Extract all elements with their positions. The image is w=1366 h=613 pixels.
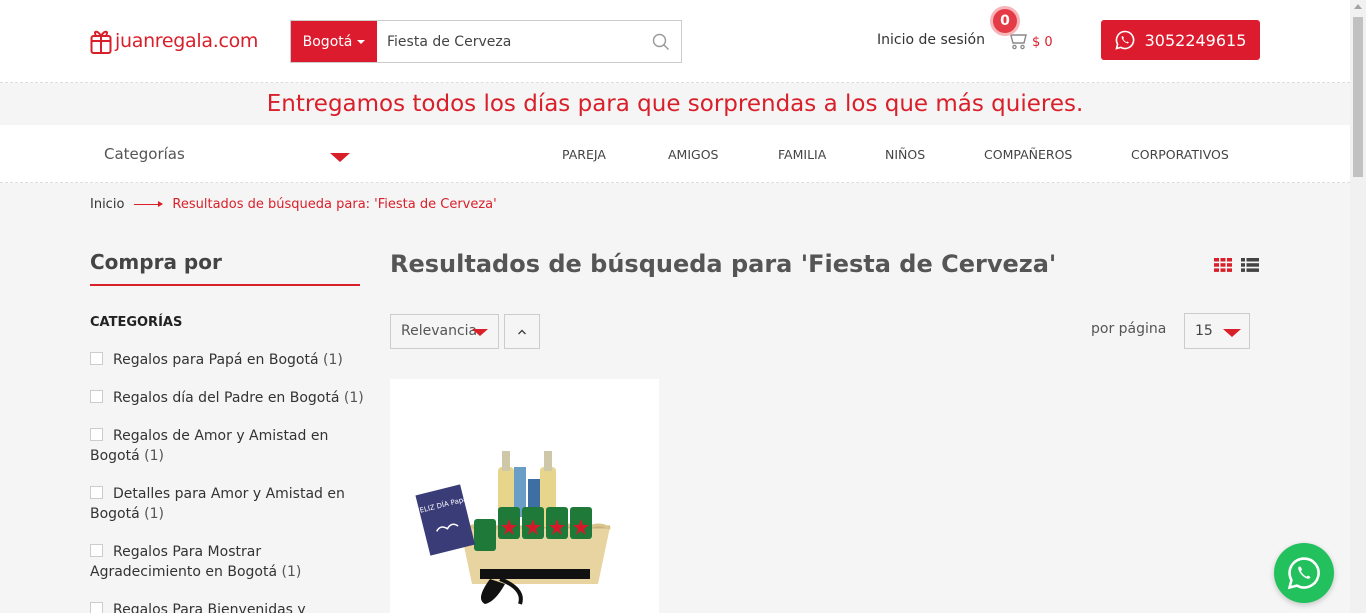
filter-label: Detalles para Amor y Amistad en Bogotá [90,486,345,522]
filter-label: Regalos Para Bienvenidas y [113,602,306,613]
categories-dropdown[interactable]: Categorías [104,145,185,163]
breadcrumb: Inicio Resultados de búsqueda para: 'Fie… [90,197,497,212]
results-title: Resultados de búsqueda para 'Fiesta de C… [390,250,1057,278]
site-header: juanregala.com Bogotá Inicio de sesión 0… [0,0,1350,83]
breadcrumb-home[interactable]: Inicio [90,197,124,212]
filter-count: (1) [144,448,164,464]
scroll-thumb[interactable] [1353,17,1363,177]
sidebar-divider [90,284,360,286]
nav-link-corporativos[interactable]: CORPORATIVOS [1131,147,1229,162]
filter-count: (1) [343,390,364,406]
whatsapp-icon [1287,557,1320,590]
arrow-right-icon [134,201,164,207]
filter-label: Regalos día del Padre en Bogotá [113,390,340,406]
login-link[interactable]: Inicio de sesión [877,32,985,48]
promo-banner: Entregamos todos los días para que sorpr… [0,83,1350,125]
filter-checkbox[interactable] [90,390,103,403]
city-label: Bogotá [302,33,353,50]
grid-view-icon[interactable] [1214,257,1232,276]
page-scrollbar[interactable] [1350,0,1366,613]
whatsapp-chat-button[interactable] [1274,543,1334,603]
cart-button[interactable]: 0 $ 0 [990,6,1053,54]
logo-text: juanregala.com [115,30,259,52]
filter-count: (1) [144,506,164,522]
list-view-icon[interactable] [1241,257,1259,276]
category-filter[interactable]: Detalles para Amor y Amistad en Bogotá (… [90,484,365,524]
filter-checkbox[interactable] [90,544,103,557]
filter-checkbox[interactable] [90,428,103,441]
caret-down-icon [1223,329,1241,337]
sort-direction-button[interactable] [504,314,540,349]
filter-label: Regalos Para Mostrar Agradecimiento en B… [90,544,278,580]
main-nav: Categorías PAREJA AMIGOS FAMILIA NIÑOS C… [0,125,1350,183]
gift-icon [90,27,112,55]
caret-down-icon[interactable] [330,153,350,162]
categories-heading: CATEGORÍAS [90,315,183,330]
per-page-select[interactable]: 15 [1184,313,1250,349]
whatsapp-icon [1114,30,1134,50]
product-card[interactable]: FELIZ DÍA Papá [390,379,659,613]
phone-number: 3052249615 [1144,30,1247,50]
category-filter[interactable]: Regalos Para Mostrar Agradecimiento en B… [90,542,365,582]
nav-link-ninos[interactable]: NIÑOS [885,147,925,162]
filter-checkbox[interactable] [90,486,103,499]
nav-link-pareja[interactable]: PAREJA [562,147,606,162]
cart-total: $ 0 [1032,34,1053,50]
per-page-label: por página [1091,321,1167,337]
category-filter[interactable]: Regalos para Papá en Bogotá (1) [90,350,365,370]
filter-label: Regalos para Papá en Bogotá [113,352,319,368]
search-bar: Bogotá [290,20,682,63]
whatsapp-phone-button[interactable]: 3052249615 [1101,20,1260,60]
filter-checkbox[interactable] [90,602,103,613]
filter-count: (1) [281,564,302,580]
sort-select[interactable]: Relevancia [390,314,499,349]
city-dropdown[interactable]: Bogotá [291,21,377,62]
nav-link-amigos[interactable]: AMIGOS [668,147,718,162]
nav-link-companeros[interactable]: COMPAÑEROS [984,147,1072,162]
category-filter[interactable]: Regalos de Amor y Amistad en Bogotá (1) [90,426,365,466]
nav-link-familia[interactable]: FAMILIA [778,147,826,162]
breadcrumb-current: Resultados de búsqueda para: 'Fiesta de … [172,197,497,212]
search-icon[interactable] [641,21,681,62]
cart-count-badge: 0 [990,6,1020,36]
sidebar-title: Compra por [90,250,222,274]
site-logo[interactable]: juanregala.com [90,25,258,57]
sort-value: Relevancia [401,323,478,339]
caret-down-icon [357,39,366,44]
category-filter[interactable]: Regalos Para Bienvenidas y [90,600,365,613]
filter-checkbox[interactable] [90,352,103,365]
category-filter[interactable]: Regalos día del Padre en Bogotá (1) [90,388,365,408]
chevron-up-icon [518,329,526,334]
filter-label: Regalos de Amor y Amistad en Bogotá [90,428,329,464]
scroll-up-arrow-icon[interactable] [1354,4,1362,9]
per-page-value: 15 [1195,323,1213,339]
search-input[interactable] [377,21,641,62]
filter-count: (1) [323,352,343,368]
caret-down-icon [472,329,488,336]
product-image[interactable]: FELIZ DÍA Papá [390,379,659,613]
